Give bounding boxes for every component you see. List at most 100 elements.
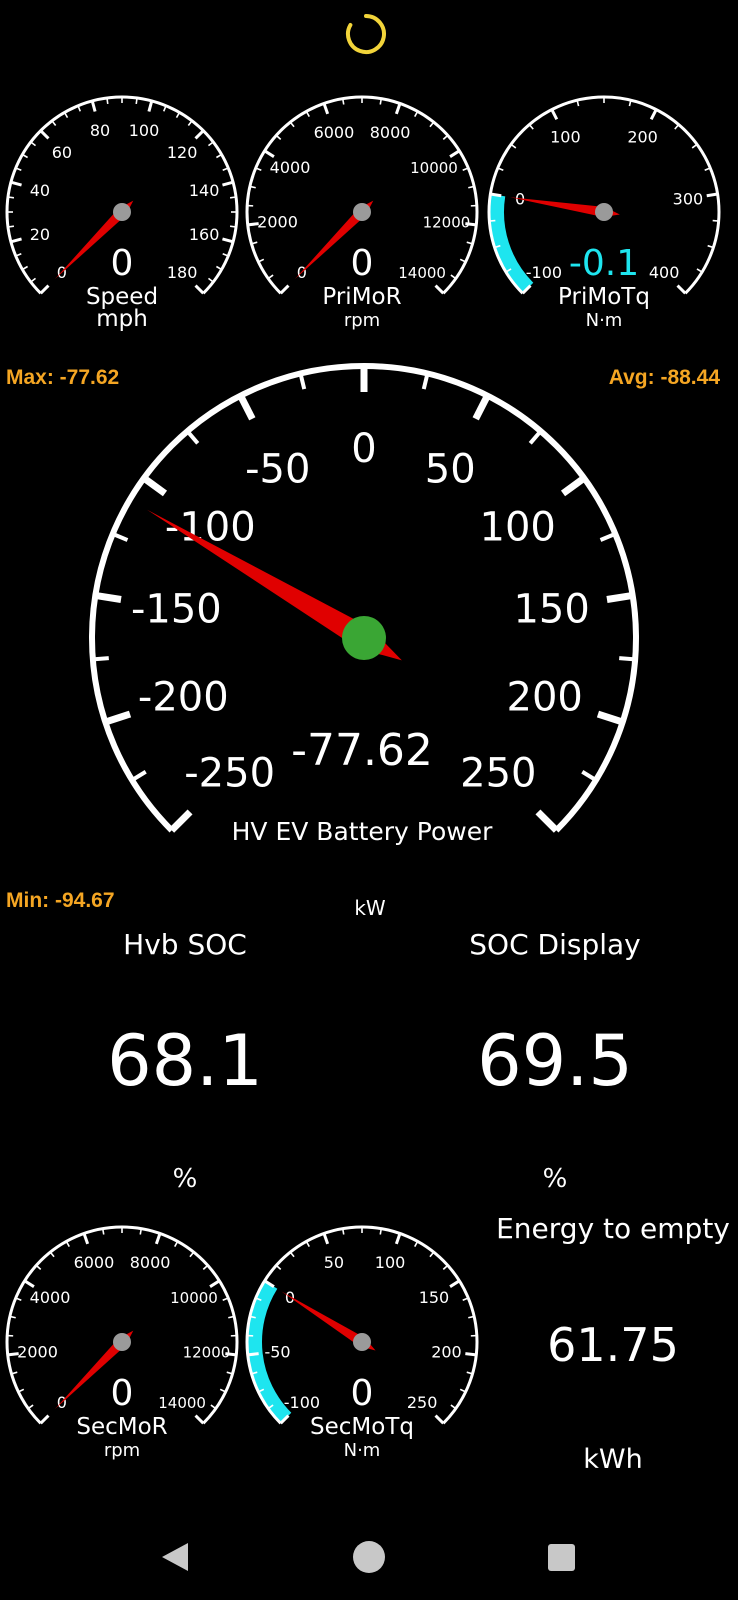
major-tick: [222, 237, 234, 244]
recents-icon[interactable]: [548, 1544, 575, 1571]
minor-tick: [298, 373, 307, 390]
tick-label: 200: [627, 127, 658, 146]
back-icon[interactable]: [162, 1543, 188, 1571]
gauge-unit: rpm: [104, 1440, 140, 1461]
tick-label: 8000: [130, 1253, 171, 1272]
major-tick: [279, 284, 290, 295]
needle-hub: [353, 1333, 371, 1351]
main-tick-label: -50: [245, 447, 310, 493]
major-tick: [154, 1232, 162, 1245]
minor-tick: [185, 429, 200, 445]
major-tick: [449, 149, 461, 158]
gauge-unit: N·m: [344, 1440, 381, 1461]
navigation-bar: [162, 1541, 575, 1573]
gauge-value: 0: [111, 1373, 134, 1414]
tick-label: 250: [407, 1393, 438, 1412]
minor-tick: [222, 1297, 229, 1302]
tick-label: 60: [52, 143, 72, 162]
gauge-name: SecMoTq: [310, 1414, 414, 1440]
secmor-gauge: 020004000600080001000012000140000SecMoRr…: [5, 1225, 239, 1461]
minor-tick: [442, 1264, 449, 1270]
main-gauge-value: -77.62: [291, 725, 433, 776]
min-label: Min: -94.67: [6, 889, 115, 912]
cyan-range-arc: [490, 194, 534, 293]
main-gauge-name: HV EV Battery Power: [232, 817, 493, 846]
major-tick: [706, 192, 718, 198]
soc-display-title: SOC Display: [469, 928, 641, 961]
tick-label: 10000: [410, 159, 458, 177]
main-tick-label: 0: [351, 426, 376, 472]
minor-tick: [77, 105, 82, 112]
major-tick: [596, 710, 624, 726]
tick-label: 180: [167, 263, 198, 282]
minor-tick: [379, 1228, 383, 1235]
tick-label: 100: [375, 1253, 406, 1272]
minor-tick: [210, 1404, 217, 1410]
main-tick-label: 150: [513, 586, 589, 632]
major-tick: [94, 591, 122, 603]
tick-label: 400: [649, 263, 680, 282]
minor-tick: [275, 134, 282, 140]
major-tick: [434, 1414, 445, 1425]
minor-tick: [289, 1251, 295, 1258]
major-tick: [39, 129, 50, 140]
major-tick: [434, 284, 445, 295]
gauge-value: 0: [351, 1373, 374, 1414]
minor-tick: [462, 1297, 469, 1302]
speed-gauge: 0204060801001201401601800Speedmph: [5, 95, 239, 332]
minor-tick: [187, 120, 193, 127]
major-tick: [39, 284, 50, 295]
tick-label: -100: [284, 1393, 320, 1412]
minor-tick: [421, 373, 430, 390]
needle-hub: [595, 203, 613, 221]
minor-tick: [222, 252, 229, 257]
secmotq-gauge: -100-500501001502002500SecMoTqN·m: [245, 1225, 479, 1461]
major-tick: [247, 1352, 259, 1357]
minor-tick: [101, 1228, 105, 1235]
minor-tick: [222, 167, 229, 172]
major-tick: [23, 1279, 35, 1288]
minor-tick: [207, 277, 214, 283]
minor-tick: [30, 277, 37, 283]
major-tick: [263, 149, 275, 158]
minor-tick: [106, 97, 109, 105]
tick-label: 12000: [423, 214, 471, 232]
gauge-name: SecMoR: [76, 1414, 167, 1440]
tick-label: 2000: [17, 1343, 58, 1362]
minor-tick: [111, 532, 129, 542]
major-tick: [322, 1232, 330, 1245]
minor-tick: [162, 105, 167, 112]
soc-display-value: 69.5: [477, 1020, 633, 1102]
major-tick: [676, 284, 687, 295]
minor-tick: [704, 167, 711, 172]
minor-tick: [255, 167, 262, 172]
major-tick: [550, 108, 559, 121]
tick-label: 300: [673, 190, 704, 209]
major-tick: [490, 192, 502, 198]
minor-tick: [462, 167, 469, 172]
minor-tick: [429, 121, 435, 128]
major-tick: [10, 237, 22, 244]
gauge-name: PriMoR: [322, 284, 401, 310]
major-tick: [606, 591, 634, 603]
major-tick: [147, 100, 154, 112]
minor-tick: [341, 1228, 345, 1235]
major-tick: [472, 394, 491, 421]
minor-tick: [92, 656, 109, 662]
minor-tick: [450, 1404, 457, 1410]
gauge-unit: rpm: [344, 310, 380, 331]
major-tick: [141, 475, 168, 497]
major-tick: [465, 1352, 477, 1357]
home-icon[interactable]: [353, 1541, 385, 1573]
major-tick: [394, 102, 402, 115]
tick-label: 4000: [270, 158, 311, 177]
primotq-gauge: -1000100200300400-0.1PriMoTqN·m: [487, 95, 721, 331]
tick-label: 10000: [170, 1289, 218, 1307]
energy-value: 61.75: [547, 1318, 679, 1372]
minor-tick: [691, 143, 698, 149]
main-tick-label: -150: [131, 586, 222, 632]
major-tick: [82, 1232, 90, 1245]
minor-tick: [275, 1264, 282, 1270]
tick-label: 12000: [183, 1344, 231, 1362]
main-tick-label: 100: [480, 504, 556, 550]
